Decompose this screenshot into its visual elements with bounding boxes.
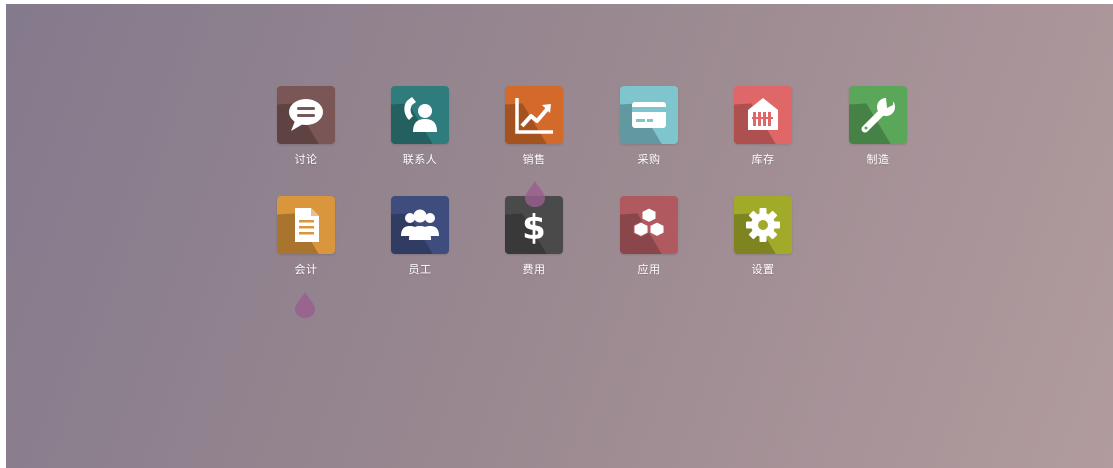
svg-text:$: $ (522, 208, 546, 248)
drop-decoration-icon (295, 292, 315, 318)
app-label: 库存 (751, 153, 775, 166)
app-sales[interactable]: 销售 (474, 86, 594, 186)
app-purchase[interactable]: 采购 (589, 86, 709, 186)
app-manufacturing[interactable]: 制造 (818, 86, 938, 186)
app-tile (734, 196, 792, 254)
app-apps[interactable]: 应用 (589, 196, 709, 296)
app-label: 会计 (294, 263, 318, 276)
gear-icon (746, 208, 780, 242)
app-settings[interactable]: 设置 (703, 196, 823, 296)
app-label: 联系人 (402, 153, 438, 166)
app-label: 员工 (408, 263, 432, 276)
app-discuss[interactable]: 讨论 (246, 86, 366, 186)
app-label: 讨论 (294, 153, 318, 166)
warehouse-icon (748, 98, 778, 130)
app-tile (620, 196, 678, 254)
chat-bubble-icon (289, 99, 323, 131)
app-tile (620, 86, 678, 144)
home-menu-background: 讨论 联系人 销售 采购 库存 制造 会计 员工 $ 费用 应用 设置 (6, 4, 1113, 468)
app-label: 销售 (522, 153, 546, 166)
app-tile (734, 86, 792, 144)
app-label: 采购 (637, 153, 661, 166)
app-label: 制造 (866, 153, 890, 166)
credit-card-icon (632, 102, 666, 128)
app-contacts[interactable]: 联系人 (360, 86, 480, 186)
app-tile (849, 86, 907, 144)
app-label: 应用 (637, 263, 661, 276)
document-icon (295, 208, 319, 242)
cubes-icon (633, 207, 665, 238)
contact-phone-icon (404, 97, 437, 132)
people-icon (401, 209, 439, 240)
app-label: 费用 (522, 263, 546, 276)
app-accounting[interactable]: 会计 (246, 196, 366, 296)
drop-decoration-icon (525, 181, 545, 207)
app-expenses[interactable]: $ 费用 (474, 196, 594, 296)
app-tile (391, 86, 449, 144)
app-tile (277, 86, 335, 144)
app-employees[interactable]: 员工 (360, 196, 480, 296)
app-tile (505, 86, 563, 144)
wrench-icon (861, 98, 895, 133)
app-inventory[interactable]: 库存 (703, 86, 823, 186)
app-label: 设置 (751, 263, 775, 276)
app-tile (277, 196, 335, 254)
sales-chart-icon (515, 98, 553, 134)
app-tile (391, 196, 449, 254)
